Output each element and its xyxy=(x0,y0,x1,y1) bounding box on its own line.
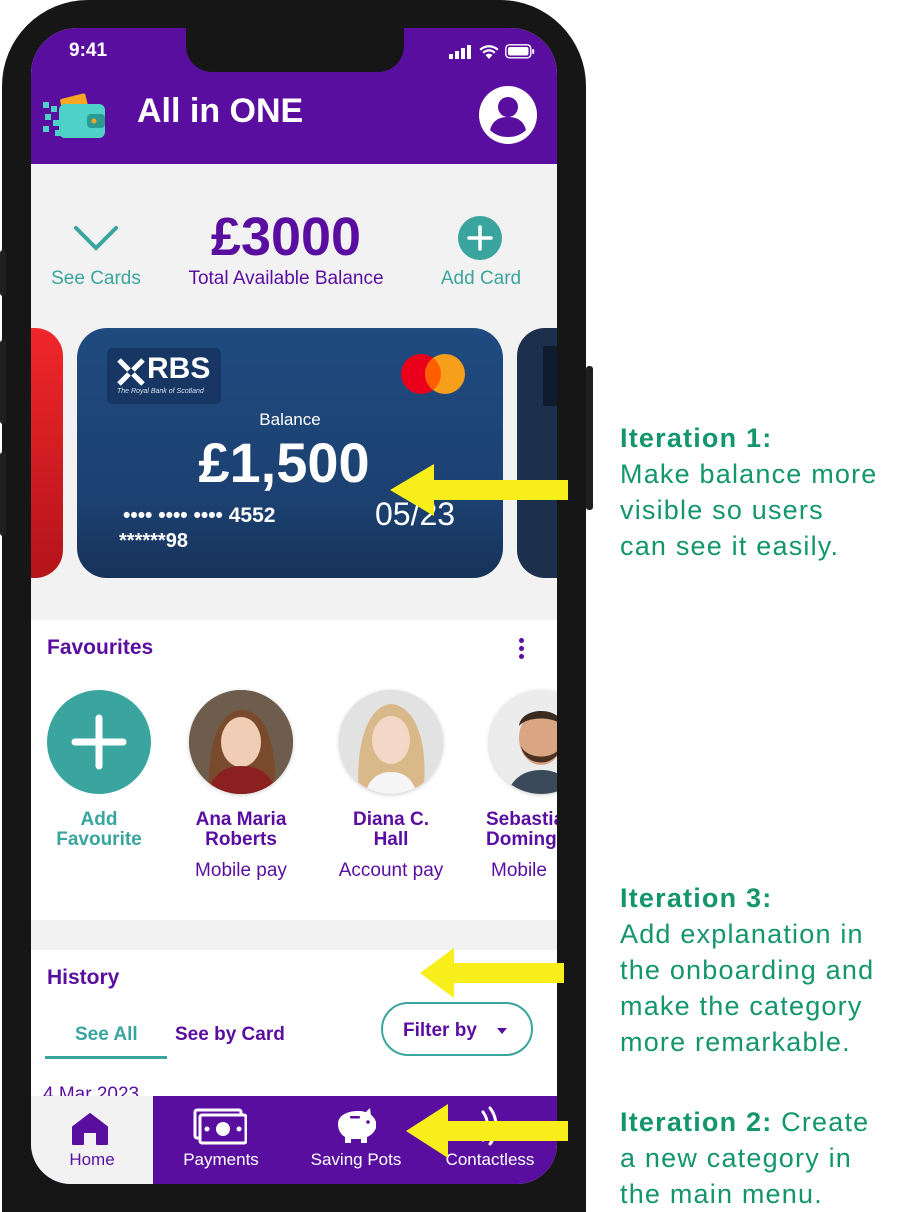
nav-home-label: Home xyxy=(69,1150,115,1169)
phone-screen: 9:41 All in ONE See Cards £3000 Total Av… xyxy=(31,28,557,1184)
favourite-name: Ana Maria Roberts xyxy=(195,809,287,850)
card-next[interactable] xyxy=(517,328,557,578)
avatar xyxy=(189,690,293,794)
rbs-logo: RBS The Royal Bank of Scotland xyxy=(107,348,221,404)
user-avatar-icon xyxy=(490,97,526,137)
more-options-icon[interactable] xyxy=(511,632,531,662)
contact-photo-icon xyxy=(189,690,293,794)
profile-button[interactable] xyxy=(479,86,537,144)
wallet-logo-icon xyxy=(43,93,105,138)
favourites-panel: Favourites Add Favourite Ana Maria Rober… xyxy=(31,620,557,920)
app-title: All in ONE xyxy=(137,92,304,130)
nav-saving-pots-label: Saving Pots xyxy=(310,1150,402,1169)
avatar xyxy=(339,690,443,794)
annotation-iteration-1-title: Iteration 1: xyxy=(620,423,773,453)
banknotes-icon xyxy=(193,1108,247,1145)
phone-side-button-left-3 xyxy=(0,452,6,536)
nav-payments[interactable]: Payments xyxy=(153,1096,289,1184)
card-balance-label: Balance xyxy=(259,410,321,429)
caret-down-icon xyxy=(497,1028,507,1034)
favourite-pay-type: Account pay xyxy=(338,860,444,881)
notch xyxy=(186,28,404,72)
favourite-name: Sebastia Doming xyxy=(486,809,557,850)
annotation-iteration-2: Iteration 2: Create a new category in th… xyxy=(620,1107,870,1209)
filter-by-dropdown[interactable]: Filter by xyxy=(381,1002,533,1056)
annotation-iteration-2-title: Iteration 2: xyxy=(620,1107,773,1137)
battery-icon xyxy=(505,44,535,59)
annotation-iteration-1: Iteration 1: Make balance more visible s… xyxy=(620,423,878,561)
avatar xyxy=(489,690,557,794)
total-balance-label: Total Available Balance xyxy=(188,268,384,289)
arrow-left-icon xyxy=(390,464,568,516)
wifi-icon xyxy=(479,45,499,59)
rbs-daisy-icon xyxy=(117,358,145,386)
card-next-logo xyxy=(543,346,557,406)
nav-payments-label: Payments xyxy=(183,1150,259,1169)
mastercard-logo-icon xyxy=(401,354,465,394)
bank-name: RBS xyxy=(147,352,211,385)
tab-active-indicator xyxy=(45,1056,167,1059)
phone-side-button-left-1 xyxy=(0,250,6,296)
filter-label: Filter by xyxy=(403,1020,477,1041)
arrow-left-icon xyxy=(406,1104,568,1158)
chevron-down-icon xyxy=(74,226,118,251)
annotation-iteration-3-title: Iteration 3: xyxy=(620,883,773,913)
tab-see-by-card[interactable]: See by Card xyxy=(175,1024,285,1046)
bank-card-rbs[interactable]: RBS The Royal Bank of Scotland Balance £… xyxy=(77,328,503,578)
total-balance-amount: £3000 xyxy=(210,207,362,267)
signal-icon xyxy=(449,45,471,59)
history-title: History xyxy=(47,966,120,989)
bank-subtitle: The Royal Bank of Scotland xyxy=(117,388,204,395)
phone-side-button-left-2 xyxy=(0,340,6,424)
piggy-bank-icon xyxy=(338,1108,376,1143)
see-cards-label: See Cards xyxy=(51,268,141,289)
add-favourite-label: Add Favourite xyxy=(56,809,142,850)
add-card-label: Add Card xyxy=(440,268,522,289)
home-icon xyxy=(72,1113,108,1145)
contact-photo-icon xyxy=(339,690,443,794)
favourites-title: Favourites xyxy=(47,636,154,659)
add-favourite-plus-icon xyxy=(47,690,151,794)
contact-photo-icon xyxy=(489,690,557,794)
nav-saving-pots[interactable]: Saving Pots xyxy=(289,1096,423,1184)
annotation-iteration-3: Iteration 3: Add explanation in the onbo… xyxy=(620,883,875,1057)
plus-circle-icon xyxy=(458,216,502,260)
status-icons xyxy=(449,44,535,59)
card-previous[interactable] xyxy=(31,328,63,578)
arrow-left-icon xyxy=(420,948,564,998)
nav-home[interactable]: Home xyxy=(31,1096,153,1184)
tab-see-all[interactable]: See All xyxy=(75,1024,138,1046)
favourite-pay-type: Mobile pay xyxy=(195,860,287,881)
card-secondary-number: ******98 xyxy=(119,530,188,552)
card-number: •••• •••• •••• 4552 xyxy=(123,504,276,527)
favourite-pay-type: Mobile xyxy=(491,860,547,881)
phone-side-button-right xyxy=(586,366,593,510)
favourite-name: Diana C. Hall xyxy=(352,809,430,850)
status-time: 9:41 xyxy=(69,40,108,61)
